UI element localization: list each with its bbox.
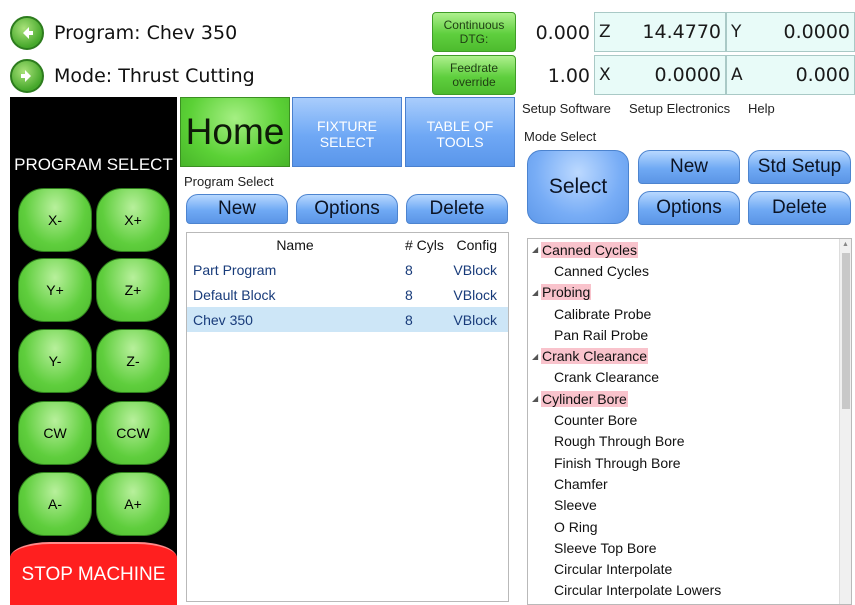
tree-item[interactable]: Counter Bore [528,409,851,430]
arrow-left-icon [23,27,33,39]
tree-item[interactable]: Sleeve [528,495,851,516]
axis-x-value: 0.0000 [654,64,721,86]
tree-item[interactable]: Crank Clearance [528,367,851,388]
tree-item[interactable]: Finish Through Bore [528,452,851,473]
axis-a-readout: A 0.000 [726,55,855,95]
collapse-arrow-icon[interactable]: ◢ [532,245,541,254]
menu-help[interactable]: Help [748,101,775,116]
scroll-thumb[interactable] [842,253,850,409]
tree-item[interactable]: Rough Through Bore [528,431,851,452]
mode-new-button[interactable]: New [638,150,740,184]
scroll-up-icon[interactable]: ▲ [842,241,849,248]
row-name: Default Block [193,286,276,303]
program-list: Name # Cyls Config Part Program 8 VBlock… [186,232,509,602]
program-select-label: Program Select [184,174,274,189]
collapse-arrow-icon[interactable]: ◢ [532,352,541,361]
tree-item[interactable]: O Ring [528,516,851,537]
axis-x-letter: X [599,65,611,85]
column-name-header[interactable]: Name [187,237,397,253]
program-new-button[interactable]: New [186,194,288,224]
axis-y-letter: Y [731,22,742,42]
menu-setup-software[interactable]: Setup Software [522,101,611,116]
mode-tree: ◢ Canned Cycles Canned Cycles ◢ Probing Ca… [527,238,852,605]
program-delete-button[interactable]: Delete [406,194,508,224]
axis-z-readout: Z 14.4770 [594,12,726,52]
mode-select-label: Mode Select [524,129,597,144]
axis-a-value: 0.000 [795,64,850,86]
jog-ccw-button[interactable]: CCW [96,401,170,465]
row-cyls: 8 [405,286,413,303]
tree-item[interactable]: Pan Rail Probe [528,324,851,345]
tree-category[interactable]: ◢ Probing [528,282,851,303]
dtg-value: 0.000 [535,22,590,44]
row-name: Chev 350 [193,311,253,328]
axis-z-value: 14.4770 [642,21,721,43]
axis-a-letter: A [731,65,743,85]
tab-home[interactable]: Home [180,97,290,167]
stop-machine-button[interactable]: STOP MACHINE [10,542,177,605]
jog-x-minus-button[interactable]: X- [18,188,92,252]
menu-setup-electronics[interactable]: Setup Electronics [629,101,730,116]
row-name: Part Program [193,261,277,278]
tab-table-of-tools[interactable]: TABLE OF TOOLS [405,97,515,167]
jog-y-plus-button[interactable]: Y+ [18,258,92,322]
mode-label: Mode: Thrust Cutting [54,65,255,87]
row-config: VBlock [453,261,497,278]
jog-panel: PROGRAM SELECT X- X+ Y+ Z+ Y- Z- CW CCW … [10,97,177,605]
table-row[interactable]: Part Program 8 VBlock [187,257,508,282]
feedrate-value: 1.00 [547,65,590,87]
mode-select-button[interactable]: Select [527,150,629,224]
mode-row: Mode: Thrust Cutting [10,55,420,97]
column-cyls-header[interactable]: # Cyls [397,237,447,253]
arrow-right-icon [21,70,31,82]
forward-button[interactable] [10,59,44,93]
back-button[interactable] [10,16,44,50]
tree-item[interactable]: Calibrate Probe [528,303,851,324]
tab-fixture-select[interactable]: FIXTURE SELECT [292,97,402,167]
tree-scrollbar[interactable]: ▲ [839,239,851,604]
axis-z-letter: Z [599,22,611,42]
collapse-arrow-icon[interactable]: ◢ [532,288,541,297]
mode-options-button[interactable]: Options [638,191,740,225]
row-cyls: 8 [405,261,413,278]
table-row-selected[interactable]: Chev 350 8 VBlock [187,307,508,332]
tree-category[interactable]: ◢ Canned Cycles [528,239,851,260]
collapse-arrow-icon[interactable]: ◢ [532,394,541,403]
tree-item[interactable]: Canned Cycles [528,260,851,281]
program-label: Program: Chev 350 [54,22,238,44]
program-select-title: PROGRAM SELECT [14,155,173,174]
tree-item[interactable]: Chamfer [528,473,851,494]
row-cyls: 8 [405,311,413,328]
row-config: VBlock [453,286,497,303]
jog-z-minus-button[interactable]: Z- [96,329,170,393]
jog-a-plus-button[interactable]: A+ [96,472,170,536]
jog-x-plus-button[interactable]: X+ [96,188,170,252]
jog-z-plus-button[interactable]: Z+ [96,258,170,322]
tree-item[interactable]: Sleeve Top Bore [528,537,851,558]
program-options-button[interactable]: Options [296,194,398,224]
jog-cw-button[interactable]: CW [18,401,92,465]
continuous-dtg-button[interactable]: Continuous DTG: [432,12,516,52]
axis-y-readout: Y 0.0000 [726,12,855,52]
feedrate-override-button[interactable]: Feedrate override [432,55,516,95]
row-config: VBlock [453,311,497,328]
jog-a-minus-button[interactable]: A- [18,472,92,536]
program-row: Program: Chev 350 [10,12,420,54]
tree-item[interactable]: Circular Interpolate [528,558,851,579]
jog-y-minus-button[interactable]: Y- [18,329,92,393]
tree-item[interactable]: Circular Interpolate Lowers [528,580,851,601]
axis-y-value: 0.0000 [783,21,850,43]
tree-category[interactable]: ◢ Crank Clearance [528,345,851,366]
tree-category[interactable]: ◢ Cylinder Bore [528,388,851,409]
axis-x-readout: X 0.0000 [594,55,726,95]
table-row[interactable]: Default Block 8 VBlock [187,282,508,307]
list-header: Name # Cyls Config [187,233,508,257]
mode-std-setup-button[interactable]: Std Setup [748,150,851,184]
column-config-header[interactable]: Config [447,237,505,253]
mode-delete-button[interactable]: Delete [748,191,851,225]
